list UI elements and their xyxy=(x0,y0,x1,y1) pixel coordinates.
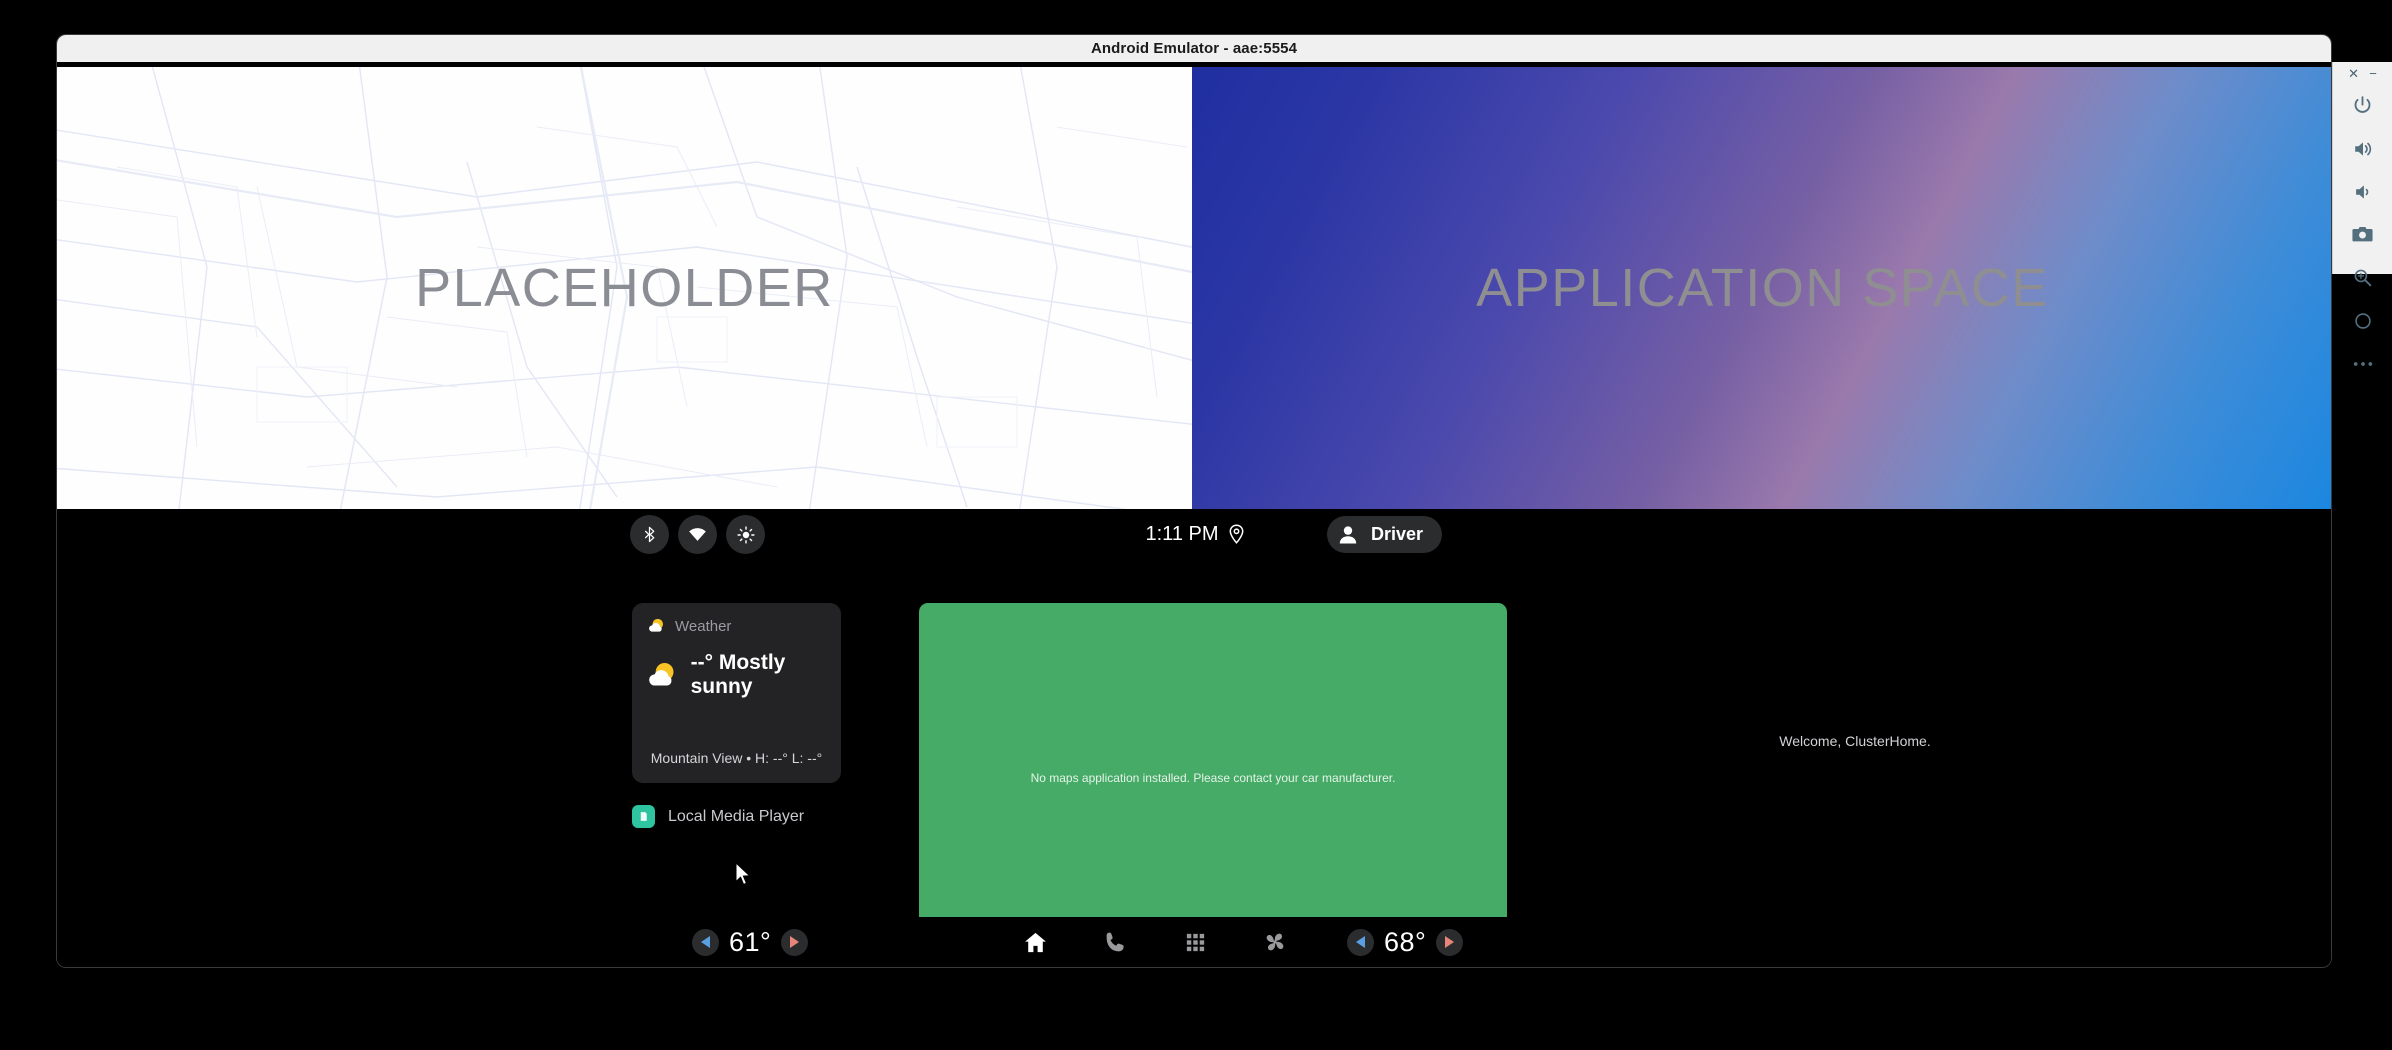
left-temperature-control: 61° xyxy=(692,917,809,967)
home-content-area: Weather --° Mostly sunny Mountain View •… xyxy=(57,559,2331,961)
maps-card-message: No maps application installed. Please co… xyxy=(1030,771,1396,785)
bluetooth-icon xyxy=(644,526,655,543)
more-button[interactable] xyxy=(2333,342,2392,385)
window-title: Android Emulator - aae:5554 xyxy=(1090,40,1298,57)
tool-strip-window-buttons: ✕ − xyxy=(2333,62,2392,84)
apps-grid-icon xyxy=(1186,933,1204,951)
driver-profile-button[interactable]: Driver xyxy=(1327,516,1443,553)
more-icon xyxy=(2353,361,2372,366)
climate-fan-icon xyxy=(1266,933,1284,951)
location-pin-icon xyxy=(1229,524,1244,544)
left-temp-decrease-button[interactable] xyxy=(692,928,719,956)
close-button[interactable]: ✕ xyxy=(2348,67,2359,80)
brightness-icon xyxy=(736,525,755,544)
nav-icon-group xyxy=(1014,917,1376,967)
emulator-screen: PLACEHOLDER APPLICATION SPACE 1:11 PM Dr… xyxy=(57,67,2331,967)
cluster-home-panel: Welcome, ClusterHome. xyxy=(1507,559,2331,917)
left-temperature-value: 61° xyxy=(729,926,772,957)
driver-profile-label: Driver xyxy=(1371,524,1424,544)
map-placeholder-panel[interactable]: PLACEHOLDER xyxy=(57,67,1192,509)
emulator-tool-strip: ✕ − xyxy=(2332,62,2392,366)
chevron-right-icon xyxy=(1445,936,1455,948)
weather-temperature-condition: --° Mostly sunny xyxy=(690,651,786,698)
partly-sunny-icon xyxy=(649,618,663,632)
weather-location-highlow: Mountain View • H: --° L: --° xyxy=(650,750,823,766)
wifi-button[interactable] xyxy=(678,515,717,554)
volume-up-icon xyxy=(2354,141,2371,156)
home-icon xyxy=(1024,932,1046,952)
media-app-icon xyxy=(632,805,655,828)
status-bar-left-icons xyxy=(630,515,765,554)
screenshot-camera-icon xyxy=(2352,227,2373,242)
nav-apps-button[interactable] xyxy=(1174,921,1216,963)
right-temp-increase-button[interactable] xyxy=(1436,928,1464,956)
local-media-player-item[interactable]: Local Media Player xyxy=(632,805,841,828)
wifi-icon xyxy=(689,528,706,541)
zoom-icon xyxy=(2354,269,2372,287)
weather-current-row: --° Mostly sunny xyxy=(648,651,825,699)
weather-card-header: Weather xyxy=(648,617,825,635)
chevron-left-icon xyxy=(701,936,710,948)
bottom-nav-bar: 61° 68° xyxy=(57,917,2331,967)
brightness-button[interactable] xyxy=(726,515,765,554)
nav-home-button[interactable] xyxy=(1014,921,1056,963)
chevron-left-icon xyxy=(1356,936,1365,948)
weather-widget-card[interactable]: Weather --° Mostly sunny Mountain View •… xyxy=(632,603,841,783)
volume-down-icon xyxy=(2355,184,2368,199)
map-placeholder-label: PLACEHOLDER xyxy=(415,258,834,318)
partly-sunny-icon xyxy=(649,662,674,685)
window-title-bar: Android Emulator - aae:5554 xyxy=(57,35,2331,63)
application-space-label: APPLICATION SPACE xyxy=(1476,258,2049,318)
power-button[interactable] xyxy=(2333,84,2392,127)
maps-card[interactable]: No maps application installed. Please co… xyxy=(919,603,1507,961)
rotate-icon xyxy=(2354,312,2371,329)
widget-column: Weather --° Mostly sunny Mountain View •… xyxy=(632,603,841,828)
right-temp-decrease-button[interactable] xyxy=(1347,928,1374,956)
volume-up-button[interactable] xyxy=(2333,127,2392,170)
screenshot-button[interactable] xyxy=(2333,213,2392,256)
rotate-button[interactable] xyxy=(2333,299,2392,342)
right-temperature-control: 68° xyxy=(1347,917,1464,967)
chevron-right-icon xyxy=(790,936,800,948)
nav-phone-button[interactable] xyxy=(1094,921,1136,963)
minimize-button[interactable]: − xyxy=(2369,67,2377,80)
application-space-panel[interactable]: APPLICATION SPACE xyxy=(1192,67,2331,509)
emulator-window: Android Emulator - aae:5554 PLACEHOLDER … xyxy=(56,34,2332,968)
mouse-cursor xyxy=(735,862,751,886)
weather-card-title: Weather xyxy=(675,617,732,635)
status-bar-center: 1:11 PM xyxy=(1146,509,1245,559)
phone-icon xyxy=(1106,932,1124,951)
right-temperature-value: 68° xyxy=(1384,926,1427,957)
bluetooth-button[interactable] xyxy=(630,515,669,554)
top-display-area: PLACEHOLDER APPLICATION SPACE xyxy=(57,67,2331,509)
power-icon xyxy=(2354,96,2371,113)
person-icon xyxy=(1339,525,1357,543)
volume-down-button[interactable] xyxy=(2333,170,2392,213)
cluster-welcome-text: Welcome, ClusterHome. xyxy=(1779,733,1931,749)
status-bar: 1:11 PM Driver xyxy=(57,509,2331,559)
zoom-button[interactable] xyxy=(2333,256,2392,299)
local-media-player-label: Local Media Player xyxy=(668,807,805,825)
status-clock: 1:11 PM xyxy=(1145,522,1219,545)
nav-climate-button[interactable] xyxy=(1254,921,1296,963)
left-temp-increase-button[interactable] xyxy=(781,928,809,956)
